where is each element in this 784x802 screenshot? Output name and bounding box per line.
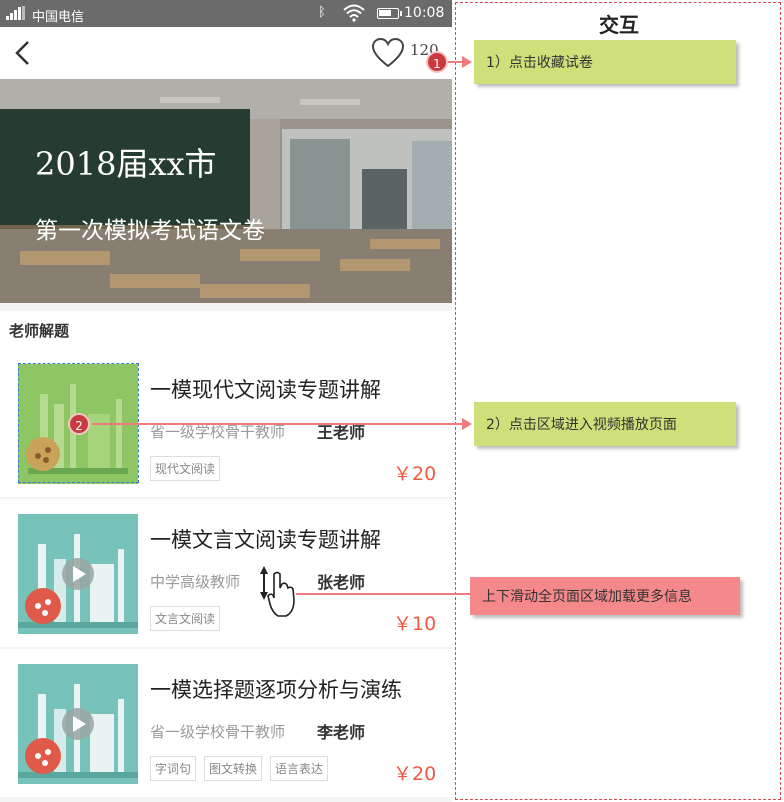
course-thumbnail[interactable]: [18, 664, 138, 784]
annotation-note-text: 1）点击收藏试卷: [486, 55, 593, 71]
exam-banner: 2018届xx市 第一次模拟考试语文卷: [0, 79, 452, 303]
annotation-arrow: [92, 423, 464, 425]
annotation-arrow-head: [462, 418, 472, 430]
course-tag: 图文转换: [204, 756, 263, 781]
course-thumbnail[interactable]: [18, 514, 138, 634]
annotation-arrow: [296, 593, 472, 595]
section-header: 老师解题: [0, 311, 452, 349]
course-tag: 字词句: [150, 756, 197, 781]
teacher-description: 省一级学校骨干教师: [150, 723, 286, 741]
annotation-note-text: 2）点击区域进入视频播放页面: [486, 417, 677, 433]
section-title: 老师解题: [9, 322, 70, 340]
banner-title: 2018届xx市: [35, 145, 217, 183]
favorite-heart-icon[interactable]: [371, 37, 405, 69]
teacher-description: 中学高级教师: [150, 573, 241, 591]
classroom-image: [0, 79, 452, 303]
course-title: 一模文言文阅读专题讲解: [150, 528, 381, 552]
course-price: ￥20: [393, 763, 437, 785]
annotation-arrow-head: [462, 56, 472, 68]
science-lab-illustration: [18, 514, 138, 634]
banner-subtitle: 第一次模拟考试语文卷: [35, 218, 265, 244]
swipe-gesture-icon: [260, 566, 295, 617]
course-tag: 现代文阅读: [150, 456, 221, 481]
annotation-badge: 2: [68, 413, 90, 435]
status-bar: 中国电信 ᛒ 10:08: [0, 0, 452, 27]
annotation-note: 1）点击收藏试卷: [474, 40, 736, 84]
course-card[interactable]: 一模选择题逐项分析与演练 省一级学校骨干教师 李老师 字词句 图文转换 语言表达…: [0, 649, 452, 797]
science-lab-illustration: [18, 664, 138, 784]
annotation-note: 上下滑动全页面区域加载更多信息: [470, 577, 740, 615]
signal-icon: [6, 6, 25, 20]
back-arrow-icon[interactable]: [12, 39, 36, 67]
wifi-icon: [343, 4, 365, 22]
annotation-title: 交互: [599, 13, 639, 37]
teacher-name: 张老师: [317, 573, 366, 592]
annotation-note-text: 上下滑动全页面区域加载更多信息: [482, 589, 692, 605]
course-tag: 文言文阅读: [150, 606, 221, 631]
status-time: 10:08: [404, 5, 445, 21]
course-title: 一模选择题逐项分析与演练: [150, 678, 402, 702]
course-tags: 文言文阅读: [150, 606, 221, 631]
bluetooth-icon: ᛒ: [318, 5, 326, 20]
annotation-badge: 1: [426, 51, 448, 73]
course-price: ￥20: [393, 463, 437, 485]
course-tags: 字词句 图文转换 语言表达: [150, 756, 329, 781]
nav-bar: 120: [0, 27, 452, 79]
battery-icon: [377, 8, 402, 19]
annotation-panel: 交互: [455, 2, 781, 800]
course-card[interactable]: 一模文言文阅读专题讲解 中学高级教师 张老师 文言文阅读 ￥10: [0, 499, 452, 647]
teacher-name: 李老师: [317, 723, 366, 742]
carrier-label: 中国电信: [32, 10, 85, 25]
course-tags: 现代文阅读: [150, 456, 221, 481]
annotation-note: 2）点击区域进入视频播放页面: [474, 402, 736, 446]
phone-screen: 中国电信 ᛒ 10:08 120 2018届xx市 第一次模拟考试语文卷 老师解…: [0, 0, 452, 802]
course-tag: 语言表达: [270, 756, 329, 781]
course-title: 一模现代文阅读专题讲解: [150, 378, 381, 402]
course-price: ￥10: [393, 613, 437, 635]
